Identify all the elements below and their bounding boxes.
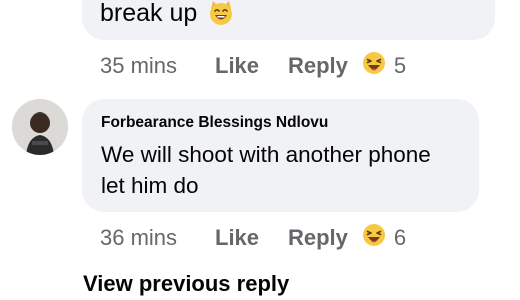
- comment-text-end: break up: [100, 0, 198, 27]
- comment-bubble: Forbearance Blessings Ndlovu We will sho…: [82, 99, 479, 212]
- like-button[interactable]: Like: [215, 225, 288, 251]
- comment-author[interactable]: Forbearance Blessings Ndlovu: [101, 114, 328, 132]
- comment-actions: 36 mins Like Reply 6: [100, 223, 406, 253]
- comment-line: We will shoot with another phone: [101, 142, 431, 167]
- reaction-count: 6: [393, 225, 407, 250]
- view-previous-reply-link[interactable]: View previous reply: [83, 271, 289, 297]
- comment-line: let him do: [101, 173, 199, 198]
- comment-text-top: break up: [100, 0, 234, 33]
- haha-emoji-icon[interactable]: [362, 51, 386, 81]
- comment-bubble-top: break up: [82, 0, 495, 40]
- reply-button[interactable]: Reply: [288, 225, 348, 251]
- comment-timestamp: 36 mins: [100, 225, 178, 250]
- comment-text: We will shoot with another phone let him…: [101, 139, 431, 201]
- reply-button[interactable]: Reply: [288, 53, 348, 79]
- like-button[interactable]: Like: [215, 53, 288, 79]
- cat-face-icon: [208, 0, 234, 33]
- comment-actions-top: 35 mins Like Reply 5: [100, 51, 406, 81]
- avatar[interactable]: [12, 99, 68, 155]
- haha-emoji-icon[interactable]: [362, 223, 386, 253]
- reaction-count: 5: [393, 53, 407, 78]
- comment-timestamp: 35 mins: [100, 53, 178, 78]
